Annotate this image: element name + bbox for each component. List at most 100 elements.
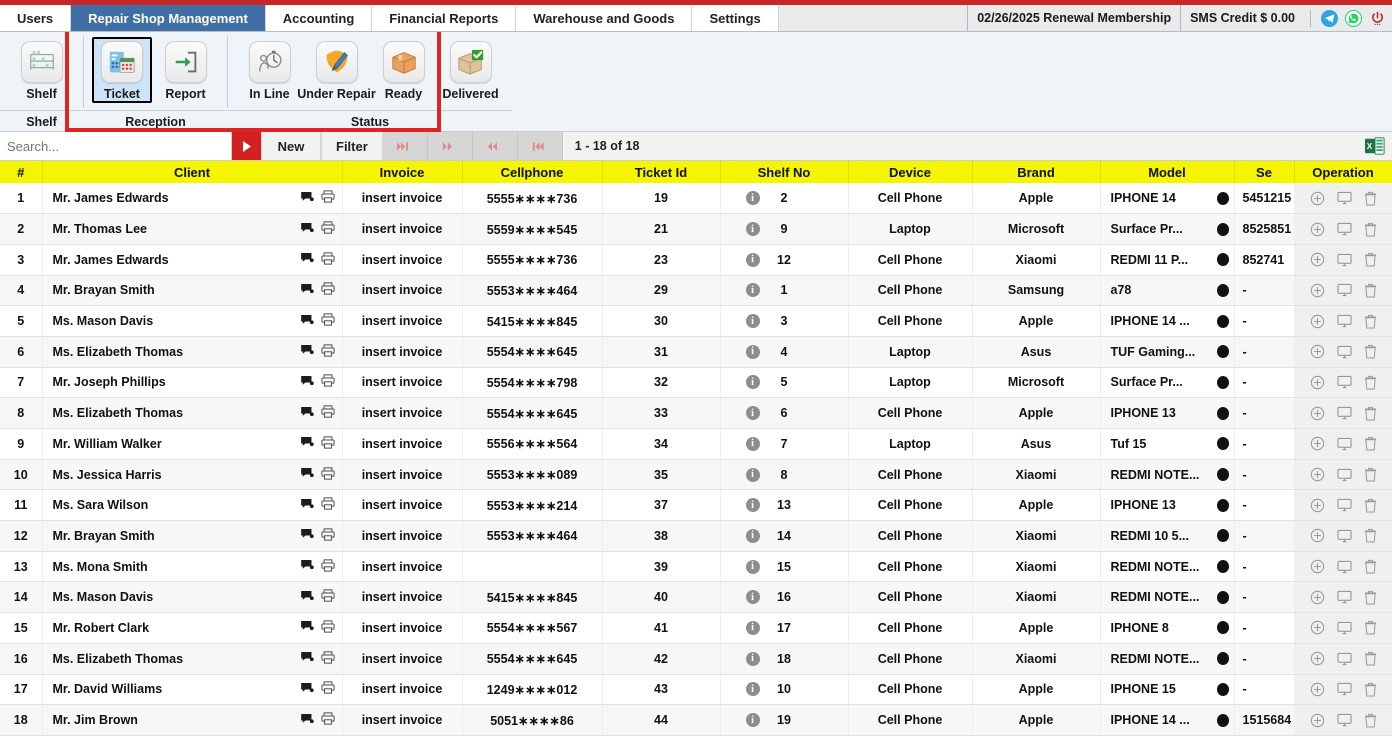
info-icon[interactable]: i xyxy=(745,344,760,359)
cell-insert-invoice-link[interactable]: insert invoice xyxy=(342,551,463,583)
table-row[interactable]: 9 Mr. William Walker insert invoice 5556∗∗∗… xyxy=(0,428,1392,460)
monitor-icon[interactable] xyxy=(1336,375,1352,389)
print-icon[interactable] xyxy=(320,436,335,452)
cell-insert-invoice-link[interactable]: insert invoice xyxy=(342,643,463,675)
info-icon[interactable]: i xyxy=(745,314,760,329)
cell-insert-invoice-link[interactable]: insert invoice xyxy=(342,336,463,368)
add-circle-icon[interactable] xyxy=(1310,620,1325,635)
table-row[interactable]: 10 Ms. Jessica Harris insert invoice 5553∗∗… xyxy=(0,459,1392,491)
chat-icon[interactable] xyxy=(300,191,314,206)
cell-client[interactable]: Mr. James Edwards xyxy=(42,244,343,276)
add-circle-icon[interactable] xyxy=(1310,651,1325,666)
ribbon-button-report[interactable]: Report xyxy=(152,37,219,101)
chat-icon[interactable] xyxy=(300,590,314,605)
print-icon[interactable] xyxy=(320,589,335,605)
table-row[interactable]: 18 Mr. Jim Brown insert invoice 5051∗∗∗∗86 4… xyxy=(0,704,1392,736)
info-icon[interactable]: i xyxy=(745,467,760,482)
monitor-icon[interactable] xyxy=(1336,253,1352,267)
add-circle-icon[interactable] xyxy=(1310,283,1325,298)
search-input[interactable] xyxy=(0,132,232,160)
monitor-icon[interactable] xyxy=(1336,621,1352,635)
cell-insert-invoice-link[interactable]: insert invoice xyxy=(342,397,463,429)
tab-warehouse-and-goods[interactable]: Warehouse and Goods xyxy=(516,5,693,31)
add-circle-icon[interactable] xyxy=(1310,252,1325,267)
cell-insert-invoice-link[interactable]: insert invoice xyxy=(342,367,463,399)
chat-icon[interactable] xyxy=(300,222,314,237)
cell-client[interactable]: Ms. Mona Smith xyxy=(42,551,343,583)
cell-insert-invoice-link[interactable]: insert invoice xyxy=(342,428,463,460)
trash-icon[interactable] xyxy=(1364,436,1377,451)
pager-last-button[interactable] xyxy=(382,132,428,160)
info-icon[interactable]: i xyxy=(745,436,760,451)
cell-client[interactable]: Mr. Thomas Lee xyxy=(42,213,343,245)
monitor-icon[interactable] xyxy=(1336,345,1352,359)
info-icon[interactable]: i xyxy=(745,375,760,390)
cell-insert-invoice-link[interactable]: insert invoice xyxy=(342,183,463,215)
monitor-icon[interactable] xyxy=(1336,713,1352,727)
add-circle-icon[interactable] xyxy=(1310,528,1325,543)
print-icon[interactable] xyxy=(320,405,335,421)
cell-client[interactable]: Mr. William Walker xyxy=(42,428,343,460)
trash-icon[interactable] xyxy=(1364,498,1377,513)
add-circle-icon[interactable] xyxy=(1310,406,1325,421)
pager-prev-button[interactable] xyxy=(472,132,518,160)
cell-insert-invoice-link[interactable]: insert invoice xyxy=(342,704,463,736)
print-icon[interactable] xyxy=(320,681,335,697)
chat-icon[interactable] xyxy=(300,344,314,359)
cell-insert-invoice-link[interactable]: insert invoice xyxy=(342,275,463,307)
cell-insert-invoice-link[interactable]: insert invoice xyxy=(342,612,463,644)
chat-icon[interactable] xyxy=(300,406,314,421)
ribbon-button-under-repair[interactable]: Under Repair xyxy=(297,37,376,101)
column-header-ticket-id[interactable]: Ticket Id xyxy=(602,161,721,183)
add-circle-icon[interactable] xyxy=(1310,222,1325,237)
cell-insert-invoice-link[interactable]: insert invoice xyxy=(342,520,463,552)
add-circle-icon[interactable] xyxy=(1310,314,1325,329)
ribbon-button-shelf[interactable]: Shelf xyxy=(8,37,75,101)
table-row[interactable]: 8 Ms. Elizabeth Thomas insert invoice 5554∗… xyxy=(0,397,1392,429)
cell-client[interactable]: Ms. Elizabeth Thomas xyxy=(42,336,343,368)
trash-icon[interactable] xyxy=(1364,406,1377,421)
add-circle-icon[interactable] xyxy=(1310,590,1325,605)
info-icon[interactable]: i xyxy=(745,283,760,298)
chat-icon[interactable] xyxy=(300,252,314,267)
monitor-icon[interactable] xyxy=(1336,560,1352,574)
monitor-icon[interactable] xyxy=(1336,222,1352,236)
print-icon[interactable] xyxy=(320,313,335,329)
info-icon[interactable]: i xyxy=(745,191,760,206)
info-icon[interactable]: i xyxy=(745,682,760,697)
cell-client[interactable]: Mr. James Edwards xyxy=(42,183,343,215)
monitor-icon[interactable] xyxy=(1336,406,1352,420)
ribbon-button-in-line[interactable]: In Line xyxy=(236,37,303,101)
new-button[interactable]: New xyxy=(261,132,321,160)
info-icon[interactable]: i xyxy=(745,620,760,635)
chat-icon[interactable] xyxy=(300,559,314,574)
cell-client[interactable]: Ms. Elizabeth Thomas xyxy=(42,643,343,675)
monitor-icon[interactable] xyxy=(1336,437,1352,451)
whatsapp-icon[interactable] xyxy=(1345,9,1362,27)
cell-insert-invoice-link[interactable]: insert invoice xyxy=(342,305,463,337)
print-icon[interactable] xyxy=(320,282,335,298)
print-icon[interactable] xyxy=(320,528,335,544)
table-row[interactable]: 11 Ms. Sara Wilson insert invoice 5553∗∗∗∗2… xyxy=(0,489,1392,522)
filter-button[interactable]: Filter xyxy=(321,132,383,160)
trash-icon[interactable] xyxy=(1364,191,1377,206)
monitor-icon[interactable] xyxy=(1336,590,1352,604)
tab-settings[interactable]: Settings xyxy=(692,5,779,31)
ribbon-button-ready[interactable]: Ready xyxy=(370,37,437,101)
monitor-icon[interactable] xyxy=(1336,682,1352,696)
table-row[interactable]: 14 Ms. Mason Davis insert invoice 5415∗∗∗∗8… xyxy=(0,581,1392,614)
search-submit-button[interactable] xyxy=(232,132,261,160)
trash-icon[interactable] xyxy=(1364,375,1377,390)
cell-client[interactable]: Mr. Jim Brown xyxy=(42,704,343,736)
tab-financial-reports[interactable]: Financial Reports xyxy=(372,5,517,31)
chat-icon[interactable] xyxy=(300,682,314,697)
print-icon[interactable] xyxy=(320,344,335,360)
column-header-model[interactable]: Model xyxy=(1100,161,1235,183)
ribbon-button-ticket[interactable]: Ticket xyxy=(92,37,152,103)
trash-icon[interactable] xyxy=(1364,682,1377,697)
cell-client[interactable]: Mr. Brayan Smith xyxy=(42,275,343,307)
print-icon[interactable] xyxy=(320,712,335,728)
add-circle-icon[interactable] xyxy=(1310,713,1325,728)
info-icon[interactable]: i xyxy=(745,590,760,605)
info-icon[interactable]: i xyxy=(745,559,760,574)
